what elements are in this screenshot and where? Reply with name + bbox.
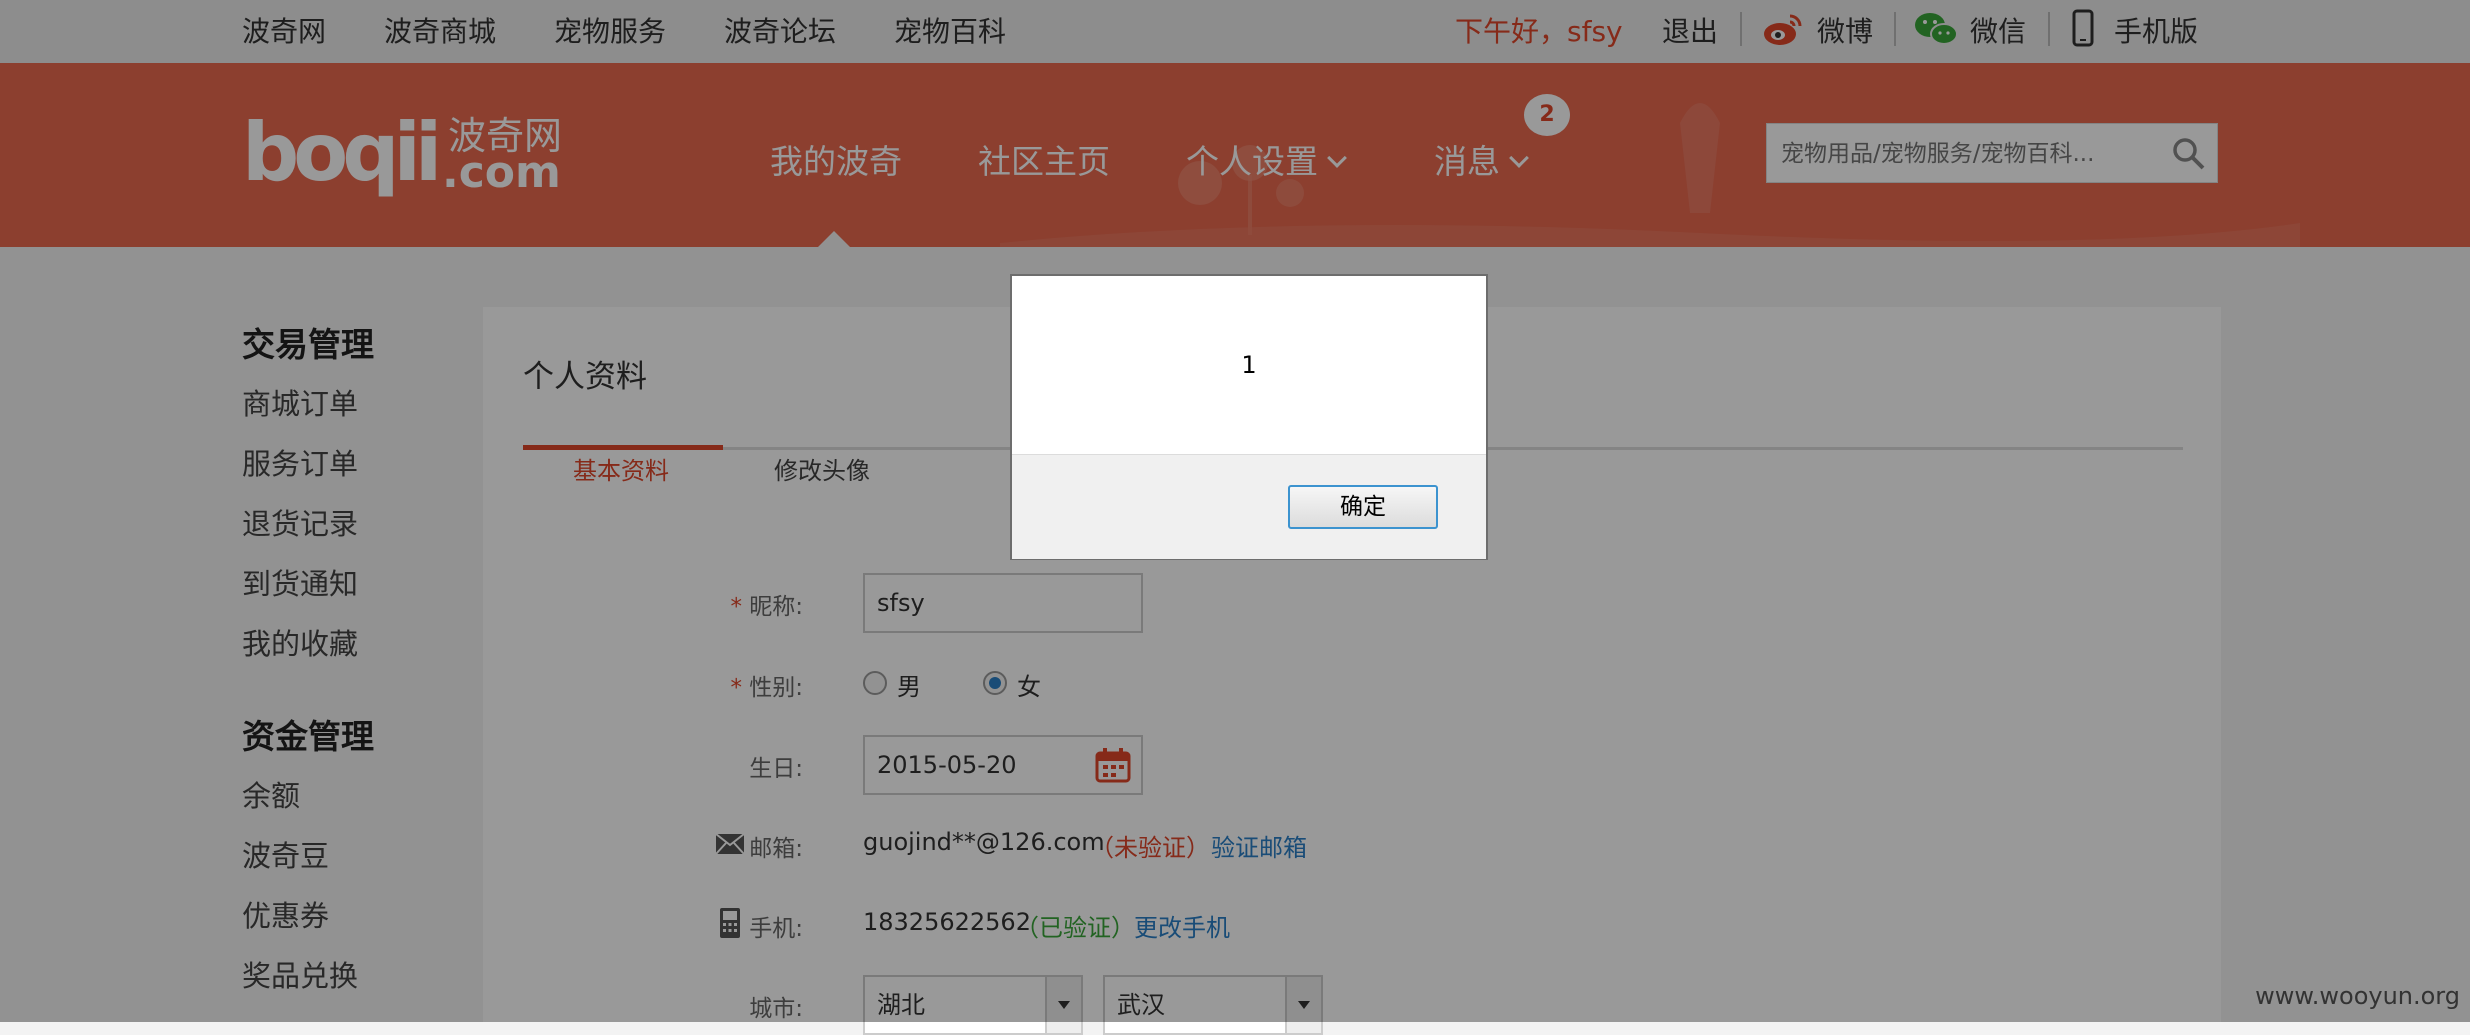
dialog-footer: 确定: [1012, 454, 1486, 559]
watermark: www.wooyun.org: [2255, 982, 2460, 1010]
alert-message: 1: [1241, 351, 1257, 379]
alert-dialog: 1 确定: [1010, 274, 1488, 560]
ok-button[interactable]: 确定: [1288, 485, 1438, 529]
